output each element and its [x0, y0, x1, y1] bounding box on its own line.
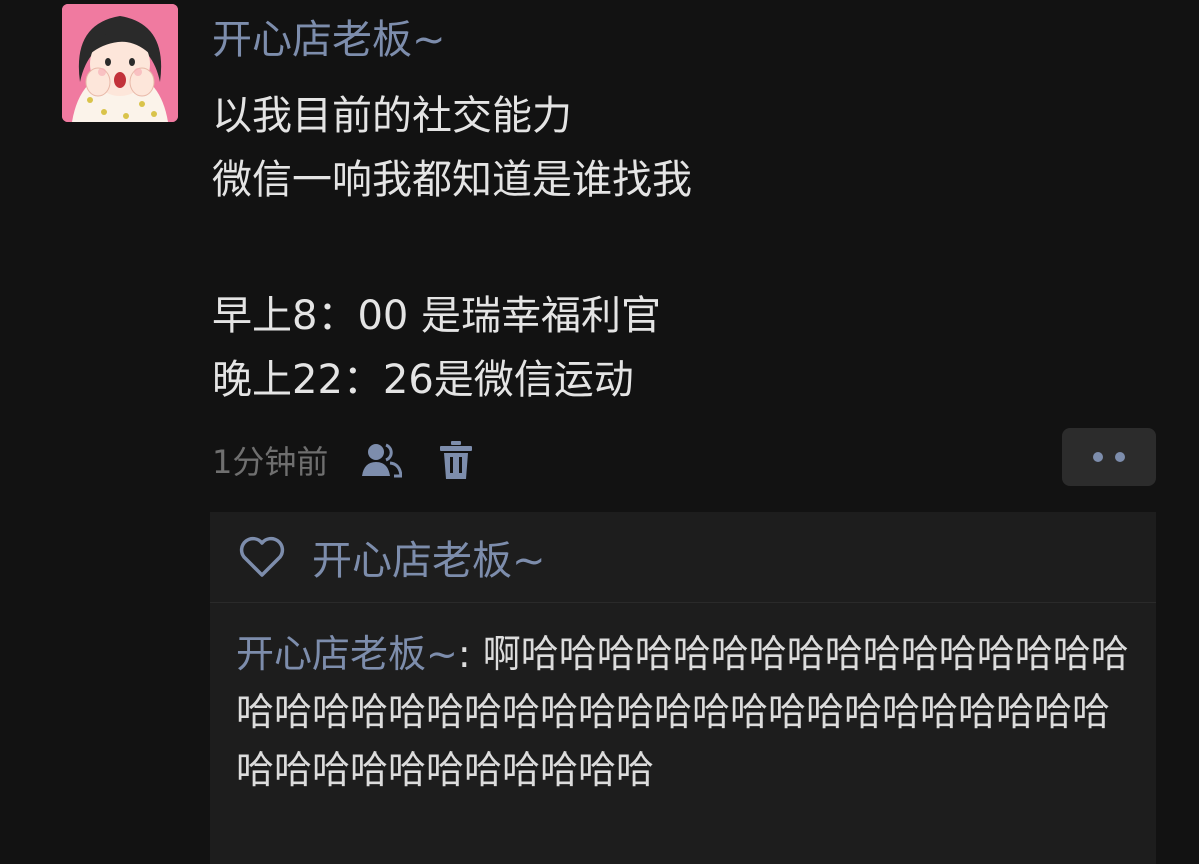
liker-name[interactable]: 开心店老板~ — [312, 528, 546, 586]
post-time: 1分钟前 — [212, 443, 329, 481]
post-line: 早上8：00 是瑞幸福利官 — [212, 293, 662, 339]
post-meta: 1分钟前 — [212, 432, 473, 488]
more-dot — [1115, 452, 1125, 462]
post-content: 以我目前的社交能力 微信一响我都知道是谁找我 早上8：00 是瑞幸福利官 晚上2… — [212, 84, 692, 412]
heart-icon — [238, 536, 286, 578]
comment-item[interactable]: 开心店老板~: 啊哈哈哈哈哈哈哈哈哈哈哈哈哈哈哈哈哈哈哈哈哈哈哈哈哈哈哈哈哈哈哈… — [210, 603, 1156, 799]
trash-icon[interactable] — [440, 441, 473, 479]
interaction-panel: 开心店老板~ 开心店老板~: 啊哈哈哈哈哈哈哈哈哈哈哈哈哈哈哈哈哈哈哈哈哈哈哈哈… — [210, 512, 1156, 864]
author-avatar[interactable] — [62, 4, 178, 122]
likes-row: 开心店老板~ — [210, 512, 1156, 603]
friends-icon[interactable] — [362, 442, 403, 478]
comment-author[interactable]: 开心店老板~ — [236, 632, 458, 676]
more-dot — [1093, 452, 1103, 462]
post-line: 微信一响我都知道是谁找我 — [212, 157, 692, 203]
post-line-blank — [212, 212, 692, 284]
girl-avatar-icon — [62, 4, 178, 122]
post-author-name[interactable]: 开心店老板~ — [212, 14, 446, 66]
post-line: 以我目前的社交能力 — [212, 93, 572, 139]
more-dots-icon[interactable] — [1062, 428, 1156, 486]
comment-separator: : — [457, 632, 483, 676]
post-line: 晚上22：26是微信运动 — [212, 357, 634, 403]
